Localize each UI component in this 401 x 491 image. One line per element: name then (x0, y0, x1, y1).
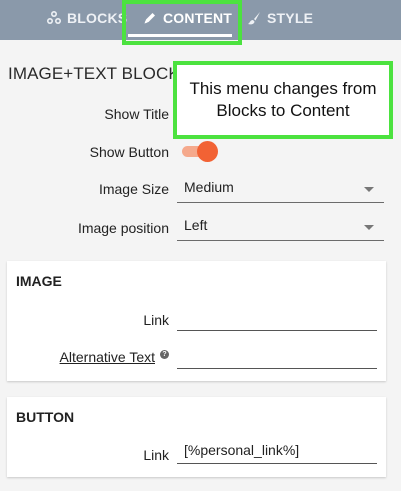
toggle-knob (197, 141, 218, 162)
image-card: IMAGE Link Alternative Text ? (7, 261, 386, 381)
image-position-select[interactable]: Left (177, 213, 384, 241)
show-title-label: Show Title (104, 106, 169, 122)
blocks-icon (47, 11, 61, 24)
content-tab-highlight (122, 0, 242, 45)
annotation-text: This menu changes from Blocks to Content (189, 79, 377, 120)
image-card-title: IMAGE (16, 273, 62, 289)
image-size-label: Image Size (98, 181, 169, 197)
show-button-toggle[interactable] (182, 141, 218, 162)
alternative-text-input[interactable] (177, 343, 377, 369)
help-icon[interactable]: ? (160, 350, 169, 359)
button-link-label: Link (143, 447, 169, 463)
image-link-label: Link (143, 312, 169, 328)
image-link-input[interactable] (177, 305, 377, 331)
chevron-down-icon (364, 187, 374, 192)
button-link-input[interactable]: [%personal_link%] (177, 438, 377, 464)
image-size-select[interactable]: Medium (177, 175, 384, 203)
button-card-title: BUTTON (16, 409, 75, 425)
alternative-text-label[interactable]: Alternative Text (27, 349, 155, 365)
tab-style-label: STYLE (267, 10, 314, 26)
show-button-label: Show Button (89, 144, 169, 160)
brush-icon (248, 12, 260, 25)
image-position-value: Left (184, 217, 208, 233)
tab-blocks[interactable]: BLOCKS (46, 0, 127, 36)
button-card: BUTTON Link [%personal_link%] (7, 397, 386, 477)
image-size-value: Medium (184, 179, 234, 195)
annotation-callout: This menu changes from Blocks to Content (173, 61, 393, 139)
tab-blocks-label: BLOCKS (67, 10, 128, 26)
image-position-label: Image position (77, 220, 169, 236)
panel-title: IMAGE+TEXT BLOCK (8, 64, 180, 83)
tab-style[interactable]: STYLE (246, 0, 313, 36)
chevron-down-icon (364, 225, 374, 230)
